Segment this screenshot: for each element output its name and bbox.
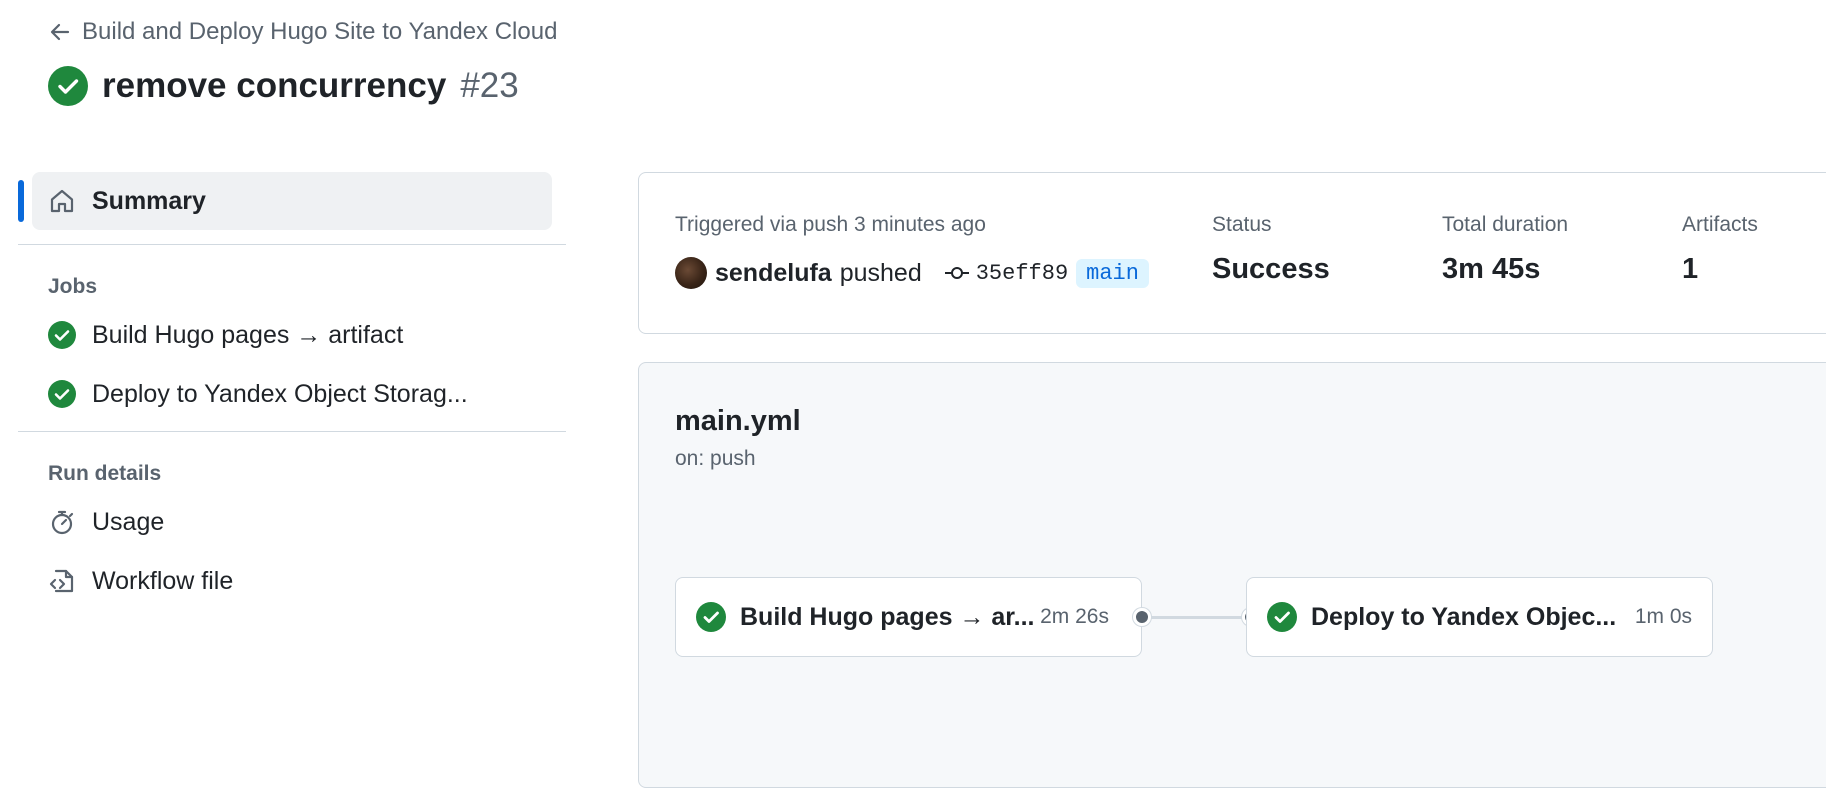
job-card-deploy[interactable]: Deploy to Yandex Objec... 1m 0s — [1246, 577, 1713, 657]
duration-value: 3m 45s — [1442, 253, 1541, 285]
sidebar-item-workflow-file[interactable]: Workflow file — [48, 552, 566, 610]
trigger-text: Triggered via push 3 minutes ago — [675, 213, 986, 236]
run-summary-card: Triggered via push 3 minutes ago sendelu… — [638, 172, 1826, 334]
file-code-icon — [49, 569, 74, 593]
sidebar-item-label: Workflow file — [92, 566, 234, 595]
status-label: Status — [1212, 213, 1272, 236]
sidebar: Summary Jobs Build Hugo pages → artifact… — [18, 172, 566, 610]
artifacts-value[interactable]: 1 — [1682, 253, 1698, 286]
push-action: pushed — [839, 258, 922, 287]
arrow-left-icon — [50, 23, 70, 41]
user-link[interactable]: sendelufa — [715, 259, 832, 288]
commit-link[interactable]: 35eff89 — [944, 261, 1068, 286]
artifacts-label: Artifacts — [1682, 213, 1758, 236]
home-icon — [50, 189, 74, 213]
avatar[interactable] — [675, 257, 707, 289]
check-circle-icon — [696, 602, 726, 632]
run-details-heading: Run details — [48, 462, 162, 485]
back-link-label[interactable]: Build and Deploy Hugo Site to Yandex Clo… — [82, 18, 557, 46]
status-value: Success — [1212, 253, 1330, 285]
workflow-file-name: main.yml — [675, 405, 801, 437]
sidebar-item-summary[interactable]: Summary — [18, 172, 552, 230]
divider — [18, 431, 566, 432]
check-circle-icon — [1267, 602, 1297, 632]
divider — [18, 244, 566, 245]
branch-badge[interactable]: main — [1076, 258, 1149, 288]
sidebar-item-job[interactable]: Deploy to Yandex Object Storag... — [48, 365, 566, 423]
check-circle-icon — [48, 321, 76, 349]
job-card-build[interactable]: Build Hugo pages → ar... 2m 26s — [675, 577, 1142, 657]
workflow-trigger: on: push — [675, 447, 756, 470]
back-to-workflow-link[interactable]: Build and Deploy Hugo Site to Yandex Clo… — [48, 18, 557, 46]
stopwatch-icon — [51, 510, 74, 535]
active-indicator — [18, 180, 24, 222]
sidebar-item-label: Usage — [92, 507, 165, 536]
run-number: #23 — [460, 66, 519, 105]
job-name: Build Hugo pages → ar... — [740, 602, 1035, 631]
jobs-heading: Jobs — [48, 275, 98, 298]
run-title-text: remove concurrency — [102, 66, 447, 105]
sidebar-item-usage[interactable]: Usage — [48, 492, 566, 552]
run-title: remove concurrency #23 — [48, 66, 519, 106]
job-duration: 2m 26s — [1040, 605, 1109, 628]
workflow-graph: main.yml on: push Build Hugo pages → ar.… — [638, 362, 1826, 788]
commit-sha: 35eff89 — [975, 260, 1069, 286]
git-commit-icon — [944, 267, 969, 279]
check-circle-icon — [48, 380, 76, 408]
duration-label: Total duration — [1442, 213, 1569, 236]
sidebar-item-label: Deploy to Yandex Object Storag... — [92, 379, 468, 408]
sidebar-item-job[interactable]: Build Hugo pages → artifact — [48, 305, 566, 365]
job-connector — [1151, 616, 1251, 619]
check-circle-icon — [48, 66, 88, 106]
job-duration: 1m 0s — [1634, 605, 1692, 628]
sidebar-item-label: Build Hugo pages → artifact — [92, 320, 404, 349]
job-name: Deploy to Yandex Objec... — [1311, 602, 1617, 631]
sidebar-item-label: Summary — [92, 186, 206, 215]
connector-dot — [1133, 608, 1151, 626]
trigger-row: sendelufa pushed 35eff89 main — [675, 257, 1149, 289]
